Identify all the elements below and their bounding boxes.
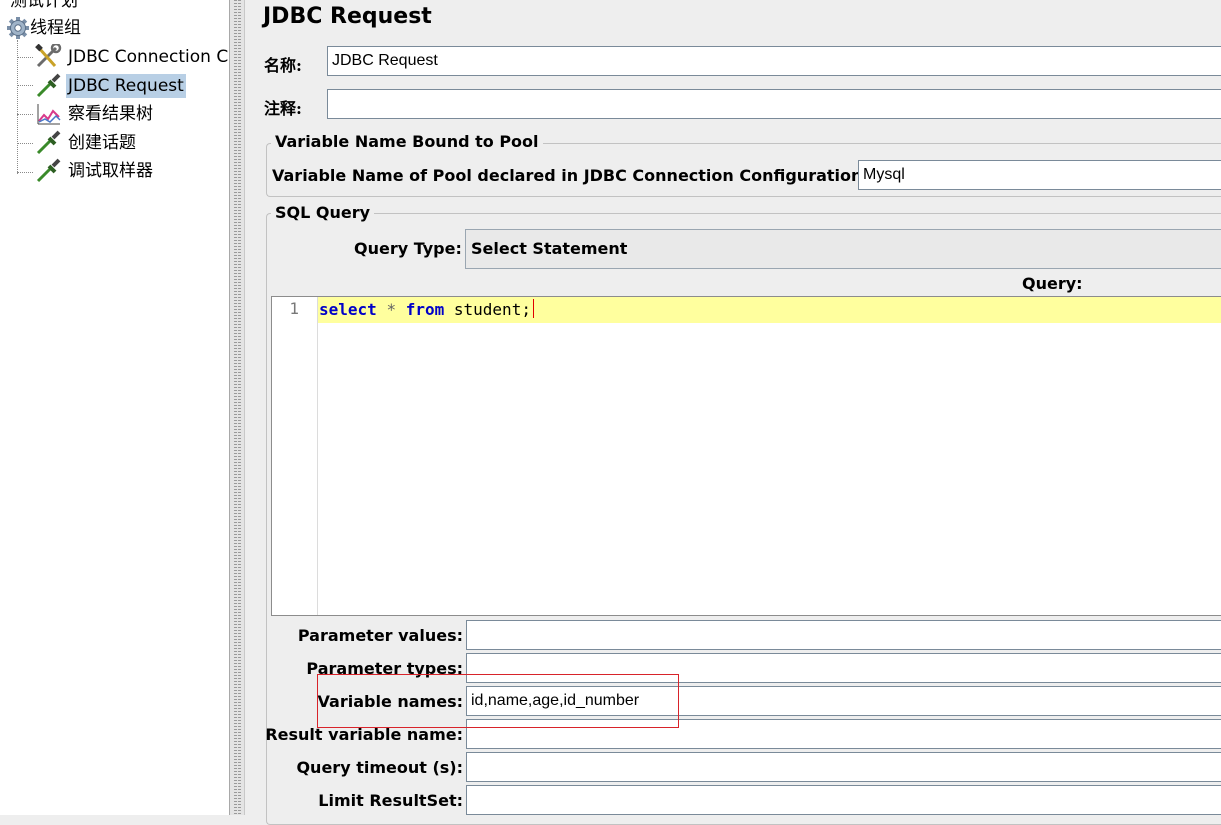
sql-operator: * xyxy=(386,300,397,319)
tree-node-label: JDBC Request xyxy=(66,74,186,98)
tree-node-thread-group[interactable]: 线程组 xyxy=(4,15,83,41)
sql-text: student; xyxy=(453,300,531,319)
sql-query-editor[interactable]: 1 select * from student; xyxy=(271,296,1221,616)
comment-label: 注释: xyxy=(264,99,302,118)
limit-resultset-label: Limit ResultSet: xyxy=(318,791,463,810)
text-caret xyxy=(532,299,534,318)
name-field[interactable]: JDBC Request xyxy=(327,46,1221,76)
tree-node-label: 线程组 xyxy=(30,18,81,38)
query-timeout-label: Query timeout (s): xyxy=(296,758,463,777)
sql-query-group-title: SQL Query xyxy=(271,203,375,222)
limit-resultset-field[interactable] xyxy=(466,785,1221,815)
tree-node-view-results-tree[interactable]: 察看结果树 xyxy=(34,101,155,127)
query-timeout-field[interactable] xyxy=(466,752,1221,782)
jdbc-request-panel: JDBC Request 名称: JDBC Request 注释: Variab… xyxy=(245,0,1221,825)
tree-node-jdbc-request[interactable]: JDBC Request xyxy=(34,73,186,99)
query-type-select[interactable]: Select Statement xyxy=(465,229,1221,269)
query-label: Query: xyxy=(1022,274,1083,293)
tree-node-create-topic[interactable]: 创建话题 xyxy=(34,130,138,156)
wrench-screwdriver-icon xyxy=(34,42,62,70)
tree-node-label: 调试取样器 xyxy=(68,161,153,181)
tree-node-label: JDBC Connection C xyxy=(68,47,229,67)
line-number-gutter: 1 xyxy=(272,297,318,615)
tree-node-label: 创建话题 xyxy=(68,133,136,153)
tree-node-label: 察看结果树 xyxy=(68,104,153,124)
dropper-sampler-icon xyxy=(34,158,62,184)
sql-code-line: select * from student; xyxy=(319,299,534,319)
tree-node-debug-sampler[interactable]: 调试取样器 xyxy=(34,158,155,184)
query-type-label: Query Type: xyxy=(354,239,462,258)
pool-name-label: Variable Name of Pool declared in JDBC C… xyxy=(272,166,869,185)
comment-field[interactable] xyxy=(327,89,1221,119)
parameter-values-field[interactable] xyxy=(466,620,1221,650)
annotation-highlight-box xyxy=(317,674,679,728)
tree-node-label: 测试计划 xyxy=(10,0,78,11)
name-label: 名称: xyxy=(264,56,302,75)
line-number: 1 xyxy=(289,299,299,318)
tree-node-test-plan[interactable]: 测试计划 xyxy=(8,0,80,14)
chart-listener-icon xyxy=(34,101,62,127)
sql-keyword: select xyxy=(319,300,377,319)
split-pane-divider[interactable] xyxy=(229,0,245,815)
pool-name-field[interactable]: Mysql xyxy=(858,160,1221,190)
dropper-sampler-icon xyxy=(34,73,62,99)
sql-keyword: from xyxy=(405,300,445,319)
pool-group-title: Variable Name Bound to Pool xyxy=(271,132,543,151)
dropper-sampler-icon xyxy=(34,130,62,156)
parameter-values-label: Parameter values: xyxy=(297,626,463,645)
page-title: JDBC Request xyxy=(263,4,432,29)
tree-node-jdbc-connection[interactable]: JDBC Connection C xyxy=(34,42,229,70)
test-plan-tree[interactable]: 测试计划 线程组 JDBC Connection C JDBC Request … xyxy=(0,0,229,815)
